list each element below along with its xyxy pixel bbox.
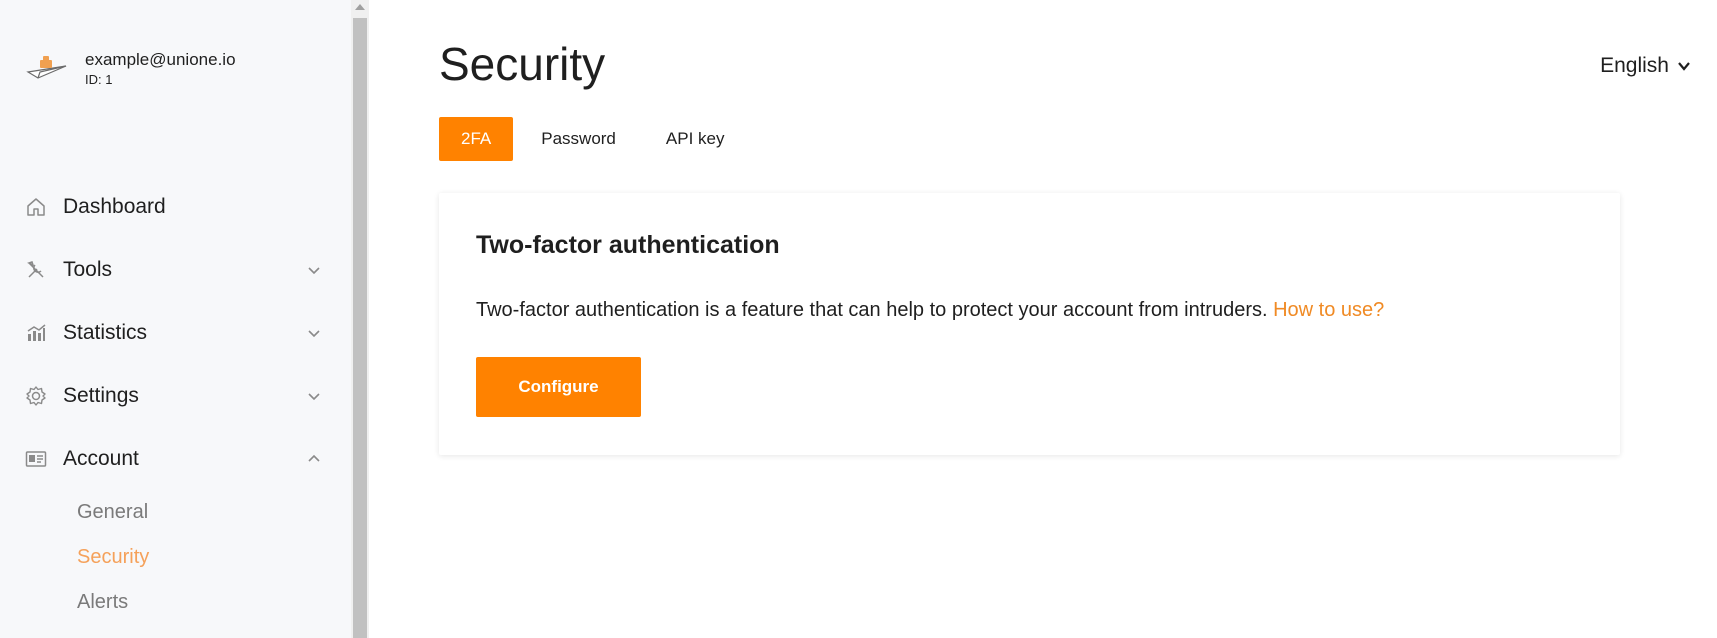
card-description: Two-factor authentication is a feature t… xyxy=(476,299,1384,322)
chevron-down-icon xyxy=(308,392,320,400)
sidebar-item-settings[interactable]: Settings xyxy=(0,364,351,427)
home-icon xyxy=(24,195,48,219)
how-to-use-link[interactable]: How to use? xyxy=(1273,299,1384,321)
sidebar-item-label: Settings xyxy=(63,383,139,407)
chevron-down-icon xyxy=(1678,62,1690,71)
sidebar-item-tools[interactable]: Tools xyxy=(0,238,351,301)
chevron-down-icon xyxy=(308,266,320,274)
two-factor-card: Two-factor authentication Two-factor aut… xyxy=(439,193,1620,455)
sidebar-item-label: Dashboard xyxy=(63,194,166,218)
page-title: Security xyxy=(439,38,606,90)
configure-button[interactable]: Configure xyxy=(476,357,641,417)
sidebar-item-label: Tools xyxy=(63,257,113,281)
sidebar-item-label: Account xyxy=(63,446,139,470)
card-description-text: Two-factor authentication is a feature t… xyxy=(476,299,1274,321)
account-subnav: General Security Alerts xyxy=(0,490,351,625)
sidebar-item-dashboard[interactable]: Dashboard xyxy=(0,175,351,238)
tools-icon xyxy=(24,258,48,282)
user-email: example@unione.io xyxy=(85,50,236,69)
main-content: Security English 2FA Password API key Tw… xyxy=(369,0,1717,638)
chevron-up-icon xyxy=(308,454,320,462)
sidebar-item-label: Statistics xyxy=(63,320,148,344)
sidebar-item-account[interactable]: Account xyxy=(0,427,351,490)
tab-password[interactable]: Password xyxy=(519,117,638,161)
user-text: example@unione.io ID: 1 xyxy=(85,50,236,88)
scroll-thumb[interactable] xyxy=(353,18,367,638)
language-selector[interactable]: English xyxy=(1600,54,1691,78)
scroll-up-arrow-icon[interactable] xyxy=(355,4,365,10)
language-label: English xyxy=(1600,54,1669,77)
paper-plane-icon xyxy=(26,56,67,79)
sidebar-subitem-general[interactable]: General xyxy=(77,490,351,535)
sidebar-scrollbar[interactable] xyxy=(351,0,369,638)
gear-icon xyxy=(24,384,48,408)
tab-api-key[interactable]: API key xyxy=(644,117,747,161)
user-info: example@unione.io ID: 1 xyxy=(26,50,236,88)
sidebar-subitem-alerts[interactable]: Alerts xyxy=(77,580,351,625)
tab-2fa[interactable]: 2FA xyxy=(439,117,514,161)
card-title: Two-factor authentication xyxy=(476,231,780,259)
sidebar-subitem-security[interactable]: Security xyxy=(77,535,351,580)
id-card-icon xyxy=(24,447,48,471)
statistics-icon xyxy=(24,321,48,345)
sidebar-nav: Dashboard Tools Statistics Settings Acco… xyxy=(0,175,351,625)
app-window: example@unione.io ID: 1 Dashboard Tools xyxy=(0,0,1717,638)
chevron-down-icon xyxy=(308,329,320,337)
sidebar: example@unione.io ID: 1 Dashboard Tools xyxy=(0,0,351,638)
security-tabs: 2FA Password API key xyxy=(439,117,752,161)
user-id: ID: 1 xyxy=(85,72,113,87)
sidebar-item-statistics[interactable]: Statistics xyxy=(0,301,351,364)
